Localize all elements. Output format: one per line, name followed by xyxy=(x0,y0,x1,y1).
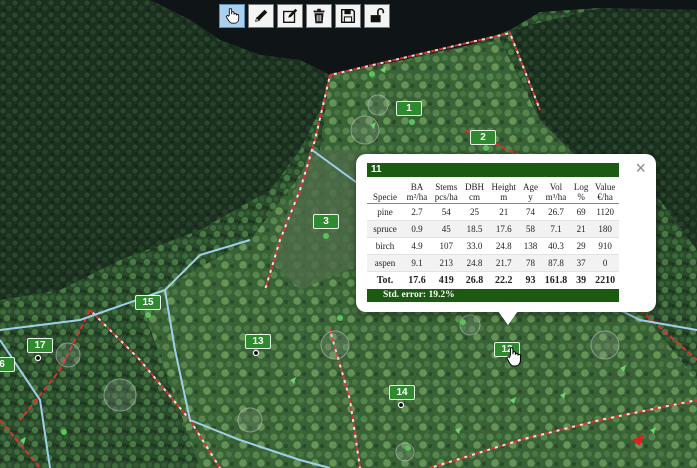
header-vol: Vol m³/ha xyxy=(540,177,572,204)
table-row: spruce 0.9 45 18.5 17.6 58 7.1 21 180 xyxy=(367,220,619,238)
floppy-disk-icon xyxy=(340,8,356,24)
stand-label-3[interactable]: 3 xyxy=(313,214,339,229)
close-icon[interactable]: × xyxy=(635,159,646,177)
save-tool-button[interactable] xyxy=(335,4,361,28)
stand-label-14[interactable]: 14 xyxy=(389,385,415,400)
header-ba: BA m²/ha xyxy=(403,177,431,204)
unlock-tool-button[interactable] xyxy=(364,4,390,28)
table-header-row: Specie BA m²/ha Stems pcs/ha DBH cm Height m… xyxy=(367,177,619,204)
table-row: pine 2.7 54 25 21 74 26.7 69 1120 xyxy=(367,203,619,221)
popup-pointer xyxy=(498,311,518,325)
trash-icon xyxy=(313,8,325,24)
header-age: Age y xyxy=(520,177,541,204)
stand-label-17[interactable]: 17 xyxy=(27,338,53,353)
header-height: Height m xyxy=(487,177,521,204)
popup-title: 11 xyxy=(367,163,619,177)
header-specie: Specie xyxy=(367,177,403,204)
stand-label-2[interactable]: 2 xyxy=(470,130,496,145)
stand-info-popup: × 11 Specie BA m²/ha Stems pcs/ha DBH cm He… xyxy=(356,154,656,325)
stand-label-1[interactable]: 1 xyxy=(396,101,422,116)
table-total-row: Tot. 17.6 419 26.8 22.2 93 161.8 39 2210 xyxy=(367,271,619,289)
pan-tool-button[interactable] xyxy=(219,4,245,28)
edit-attributes-button[interactable] xyxy=(277,4,303,28)
header-value: Value €/ha xyxy=(591,177,619,204)
edit-toolbar xyxy=(219,4,390,28)
header-dbh: DBH cm xyxy=(461,177,488,204)
unlock-icon xyxy=(370,8,385,23)
std-error-footer: Std. error: 19.2% xyxy=(367,289,619,302)
header-stems: Stems pcs/ha xyxy=(430,177,462,204)
stand-table: Specie BA m²/ha Stems pcs/ha DBH cm Height m… xyxy=(367,177,619,289)
table-row: birch 4.9 107 33.0 24.8 138 40.3 29 910 xyxy=(367,237,619,255)
header-log: Log% xyxy=(571,177,592,204)
stand-label-6[interactable]: 6 xyxy=(0,357,15,372)
delete-tool-button[interactable] xyxy=(306,4,332,28)
edit-tool-button[interactable] xyxy=(248,4,274,28)
pencil-icon xyxy=(255,9,268,22)
edit-square-icon xyxy=(283,8,298,23)
hand-cursor-icon xyxy=(506,347,521,367)
hand-pointer-icon xyxy=(225,8,240,24)
stand-label-13[interactable]: 13 xyxy=(245,334,271,349)
table-row: aspen 9.1 213 24.8 21.7 78 87.8 37 0 xyxy=(367,254,619,272)
stand-label-15[interactable]: 15 xyxy=(135,295,161,310)
